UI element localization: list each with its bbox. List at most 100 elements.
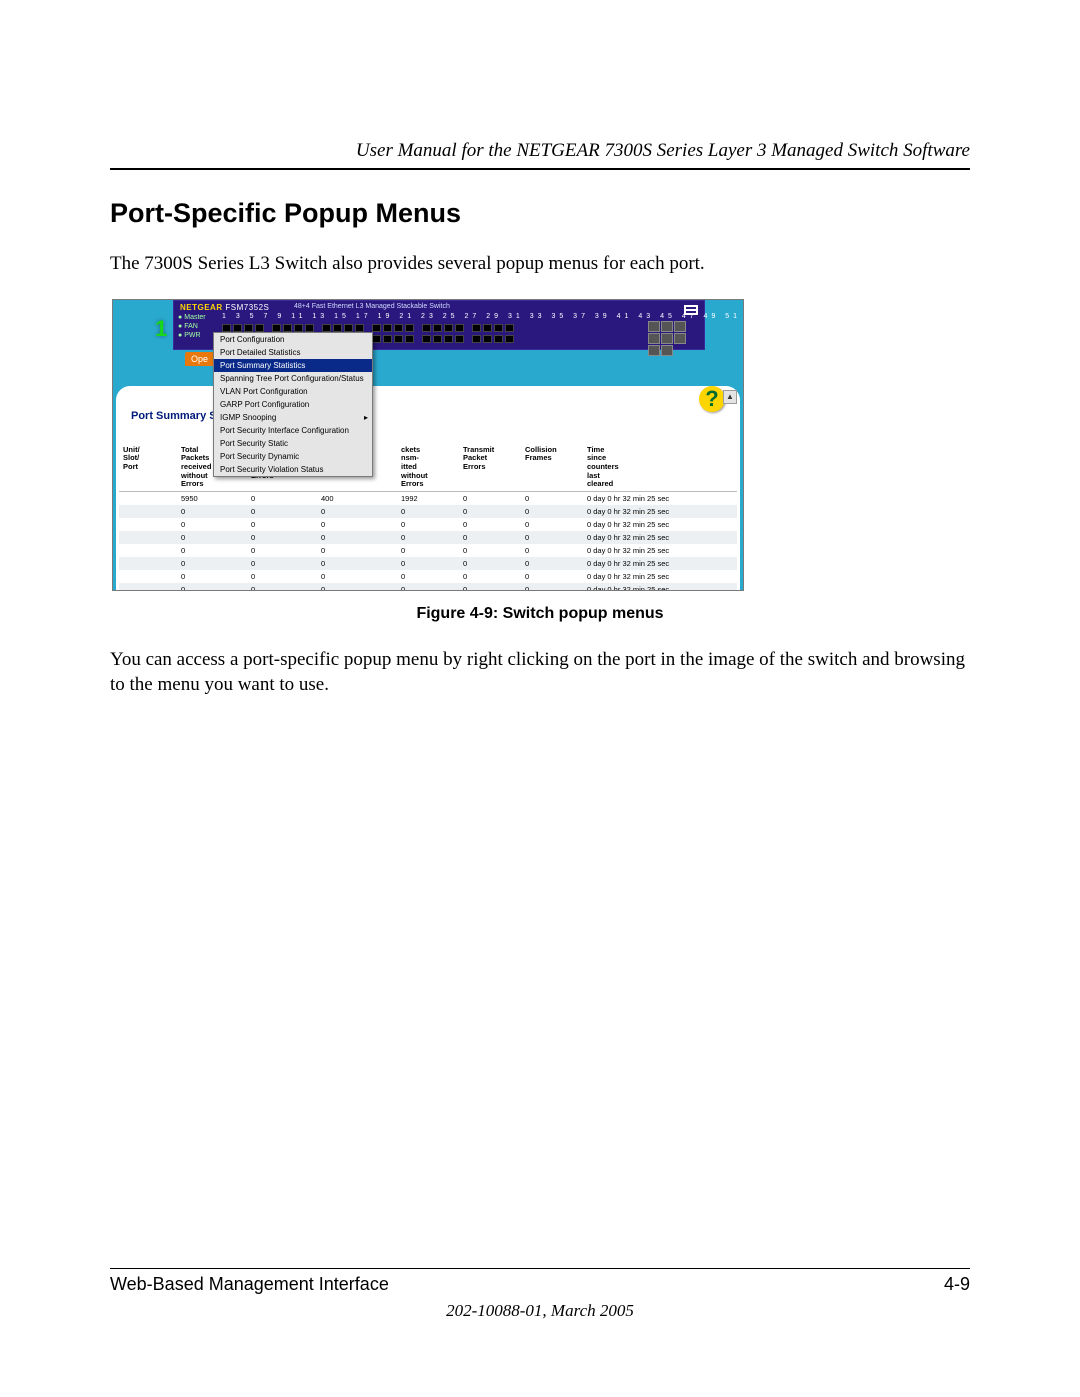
- context-menu-item[interactable]: Spanning Tree Port Configuration/Status: [214, 372, 372, 385]
- context-menu-item[interactable]: Port Security Violation Status: [214, 463, 372, 476]
- table-body: 595004001992000 day 0 hr 32 min 25 sec00…: [119, 492, 737, 591]
- table-cell: 1992: [401, 494, 463, 503]
- table-row[interactable]: 0000000 day 0 hr 32 min 25 sec: [119, 557, 737, 570]
- footer-left: Web-Based Management Interface: [110, 1274, 389, 1295]
- switch-port[interactable]: [322, 324, 331, 332]
- switch-port[interactable]: [494, 324, 503, 332]
- table-cell: 0: [525, 507, 587, 516]
- switch-port[interactable]: [433, 324, 442, 332]
- table-header: Unit/Slot/PortTotalPacketsreceivedwithou…: [119, 444, 737, 492]
- switch-port[interactable]: [244, 324, 253, 332]
- switch-port[interactable]: [405, 335, 414, 343]
- switch-port[interactable]: [372, 335, 381, 343]
- switch-port[interactable]: [444, 335, 453, 343]
- table-cell: 0 day 0 hr 32 min 25 sec: [587, 520, 717, 529]
- table-cell: 0: [525, 585, 587, 591]
- table-row[interactable]: 0000000 day 0 hr 32 min 25 sec: [119, 544, 737, 557]
- scrollbar-up-arrow[interactable]: ▲: [723, 390, 737, 404]
- figure-caption: Figure 4-9: Switch popup menus: [110, 605, 970, 623]
- context-menu-item[interactable]: VLAN Port Configuration: [214, 385, 372, 398]
- table-cell: 0 day 0 hr 32 min 25 sec: [587, 559, 717, 568]
- switch-port[interactable]: [483, 335, 492, 343]
- switch-port[interactable]: [394, 324, 403, 332]
- table-cell: 0: [463, 494, 525, 503]
- table-cell: 0: [251, 585, 321, 591]
- switch-port[interactable]: [333, 324, 342, 332]
- switch-port[interactable]: [455, 324, 464, 332]
- context-menu-item[interactable]: Port Security Static: [214, 437, 372, 450]
- switch-port[interactable]: [233, 324, 242, 332]
- switch-port[interactable]: [283, 324, 292, 332]
- table-cell: 0: [525, 533, 587, 542]
- switch-port[interactable]: [255, 324, 264, 332]
- context-menu-item[interactable]: Port Security Dynamic: [214, 450, 372, 463]
- switch-port[interactable]: [372, 324, 381, 332]
- table-column-header: Unit/Slot/Port: [119, 446, 181, 489]
- table-cell: 0: [525, 559, 587, 568]
- table-cell: 0: [463, 559, 525, 568]
- switch-port[interactable]: [294, 324, 303, 332]
- stack-icon: [684, 305, 698, 315]
- followup-paragraph: You can access a port-specific popup men…: [110, 647, 970, 698]
- switch-port[interactable]: [305, 324, 314, 332]
- tab-partial-ope[interactable]: Ope: [185, 352, 214, 366]
- switch-port[interactable]: [383, 324, 392, 332]
- table-row[interactable]: 0000000 day 0 hr 32 min 25 sec: [119, 518, 737, 531]
- table-row[interactable]: 0000000 day 0 hr 32 min 25 sec: [119, 583, 737, 591]
- switch-port[interactable]: [422, 324, 431, 332]
- switch-port[interactable]: [483, 324, 492, 332]
- table-cell: 0: [525, 546, 587, 555]
- footer-rule: [110, 1268, 970, 1269]
- context-menu-item[interactable]: Port Security Interface Configuration: [214, 424, 372, 437]
- switch-port[interactable]: [455, 335, 464, 343]
- intro-paragraph: The 7300S Series L3 Switch also provides…: [110, 251, 970, 277]
- table-cell: 0: [401, 572, 463, 581]
- table-cell: 0 day 0 hr 32 min 25 sec: [587, 494, 717, 503]
- context-menu-item[interactable]: GARP Port Configuration: [214, 398, 372, 411]
- table-column-header: cketsnsm-ittedwithoutErrors: [401, 446, 463, 489]
- switch-port[interactable]: [444, 324, 453, 332]
- table-row[interactable]: 0000000 day 0 hr 32 min 25 sec: [119, 505, 737, 518]
- switch-port[interactable]: [472, 335, 481, 343]
- switch-port[interactable]: [405, 324, 414, 332]
- context-menu-item[interactable]: Port Detailed Statistics: [214, 346, 372, 359]
- table-row[interactable]: 0000000 day 0 hr 32 min 25 sec: [119, 531, 737, 544]
- switch-port[interactable]: [472, 324, 481, 332]
- switch-port[interactable]: [383, 335, 392, 343]
- context-menu-item[interactable]: IGMP Snooping▸: [214, 411, 372, 424]
- table-cell: 400: [321, 494, 401, 503]
- screenshot: NETGEAR FSM7352S 48+4 Fast Ethernet L3 M…: [112, 299, 744, 591]
- table-cell: 0: [401, 520, 463, 529]
- switch-port[interactable]: [433, 335, 442, 343]
- switch-port[interactable]: [494, 335, 503, 343]
- switch-port[interactable]: [344, 324, 353, 332]
- table-row[interactable]: 0000000 day 0 hr 32 min 25 sec: [119, 570, 737, 583]
- document-header: User Manual for the NETGEAR 7300S Series…: [110, 140, 970, 162]
- table-cell: 0: [251, 533, 321, 542]
- table-cell: 0: [401, 507, 463, 516]
- context-menu-item[interactable]: Port Configuration: [214, 333, 372, 346]
- help-icon[interactable]: ?: [699, 386, 725, 412]
- context-menu-item[interactable]: Port Summary Statistics: [214, 359, 372, 372]
- switch-port[interactable]: [422, 335, 431, 343]
- table-cell: 0: [321, 585, 401, 591]
- publication-line: 202-10088-01, March 2005: [0, 1301, 1080, 1321]
- switch-port[interactable]: [222, 324, 231, 332]
- table-cell: 0: [321, 533, 401, 542]
- uplink-ports[interactable]: [648, 321, 698, 343]
- table-cell: 0: [251, 520, 321, 529]
- table-cell: 0: [251, 572, 321, 581]
- switch-port[interactable]: [505, 324, 514, 332]
- switch-port[interactable]: [505, 335, 514, 343]
- switch-port[interactable]: [272, 324, 281, 332]
- table-cell: 0: [181, 559, 251, 568]
- table-cell: 0: [463, 520, 525, 529]
- switch-port[interactable]: [355, 324, 364, 332]
- switch-port[interactable]: [394, 335, 403, 343]
- figure-wrap: NETGEAR FSM7352S 48+4 Fast Ethernet L3 M…: [110, 299, 970, 623]
- port-context-menu[interactable]: Port ConfigurationPort Detailed Statisti…: [213, 332, 373, 477]
- table-cell: 0: [321, 520, 401, 529]
- table-row[interactable]: 595004001992000 day 0 hr 32 min 25 sec: [119, 492, 737, 505]
- table-column-header: TransmitPacketErrors: [463, 446, 525, 489]
- table-cell: 0: [181, 585, 251, 591]
